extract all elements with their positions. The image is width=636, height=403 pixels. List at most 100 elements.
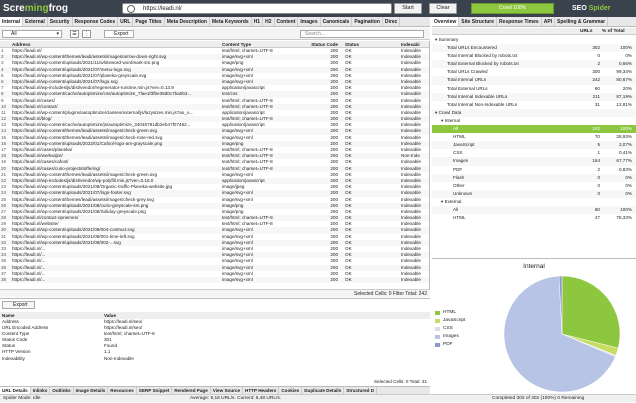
overview-row[interactable]: PDF 2 0,83% bbox=[432, 166, 636, 174]
column-header[interactable]: Status Code bbox=[303, 41, 338, 48]
tab-meta-keywords[interactable]: Meta Keywords bbox=[210, 17, 252, 26]
search-input[interactable]: Search... bbox=[300, 30, 424, 38]
table-cell: OK bbox=[345, 276, 352, 282]
overview-row[interactable]: ▾ Summary bbox=[432, 36, 636, 44]
overview-row[interactable]: ▾ Internal bbox=[432, 117, 636, 125]
overview-row[interactable]: Total URLs Crawled 300 99,34% bbox=[432, 68, 636, 76]
tab-images[interactable]: Images bbox=[298, 17, 321, 26]
export-button[interactable]: Export bbox=[104, 30, 134, 38]
tab-internal[interactable]: Internal bbox=[0, 17, 24, 26]
tab-url[interactable]: URL bbox=[118, 17, 134, 26]
overview-label: ▾ Summary bbox=[435, 37, 459, 42]
overview-row[interactable]: Unknown 0 0% bbox=[432, 189, 636, 198]
overview-pct: 67,77% bbox=[616, 158, 632, 164]
globe-icon bbox=[127, 5, 135, 13]
right-tab-spelling-grammar[interactable]: Spelling & Grammar bbox=[555, 17, 609, 26]
title-bar: Scremingfrog https://leadi.nl/ Start Cle… bbox=[0, 0, 636, 17]
details-export-button[interactable]: Export bbox=[2, 301, 35, 309]
tab-canonicals[interactable]: Canonicals bbox=[321, 17, 353, 26]
bottom-tab-duplicate-details[interactable]: Duplicate Details bbox=[302, 387, 345, 394]
overview-urls: 0 bbox=[597, 174, 600, 180]
overview-pct: 0,66% bbox=[618, 61, 632, 67]
right-tab-site-structure[interactable]: Site Structure bbox=[459, 17, 498, 26]
right-tab-response-times[interactable]: Response Times bbox=[497, 17, 542, 26]
overview-urls: 31 bbox=[594, 101, 600, 107]
overview-row[interactable]: Total Internal Indexable URLs 211 87,19% bbox=[432, 92, 636, 101]
overview-label: Total URLs Encountered bbox=[447, 45, 497, 51]
overview-row[interactable]: All 242 100% bbox=[432, 125, 636, 134]
overview-row[interactable]: Total Internal URLs 242 80,67% bbox=[432, 76, 636, 85]
bottom-tab-inlinks[interactable]: Inlinks bbox=[31, 387, 51, 394]
bottom-tab-outlinks[interactable]: Outlinks bbox=[50, 387, 74, 394]
overview-row[interactable]: JavaScript 5 2,07% bbox=[432, 141, 636, 150]
overview-pct: 100% bbox=[620, 206, 632, 212]
overview-pct: 28,93% bbox=[616, 134, 632, 140]
overview-row[interactable]: ▾ External bbox=[432, 198, 636, 206]
tab-content[interactable]: Content bbox=[275, 17, 299, 26]
table-cell: image/svg+xml bbox=[222, 276, 253, 282]
column-header[interactable]: Status bbox=[345, 41, 400, 48]
tab-security[interactable]: Security bbox=[48, 17, 73, 26]
overview-urls: 1 bbox=[597, 150, 600, 156]
tab-response-codes[interactable]: Response Codes bbox=[73, 17, 119, 26]
overview-row[interactable]: HTML 47 78,33% bbox=[432, 214, 636, 222]
tab-h1[interactable]: H1 bbox=[252, 17, 264, 26]
filter-dropdown[interactable]: All ▾ bbox=[2, 30, 62, 38]
column-header[interactable]: Indexabi bbox=[401, 41, 429, 48]
bottom-tab-serp-snippet[interactable]: SERP Snippet bbox=[137, 387, 173, 394]
details-header: Name Value bbox=[0, 312, 430, 319]
tab-direc[interactable]: Direc bbox=[383, 17, 401, 26]
overview-label: Total Internal URLs bbox=[447, 77, 487, 83]
bottom-tab-cookies[interactable]: Cookies bbox=[279, 387, 303, 394]
overview-label: Images bbox=[453, 158, 469, 164]
column-header[interactable]: Address bbox=[12, 41, 220, 48]
selected-cells-label: Selected Cells: 0 Filter Total: 242 bbox=[0, 289, 430, 297]
list-view-icon[interactable]: ☰ bbox=[70, 30, 79, 38]
overview-row[interactable]: All 60 100% bbox=[432, 205, 636, 215]
bottom-tab-image-details[interactable]: Image Details bbox=[74, 387, 109, 394]
overview-row[interactable]: Total Internal Non-Indexable URLs 31 12,81… bbox=[432, 101, 636, 109]
right-tabs: Overview Site Structure Response Times API S… bbox=[432, 17, 636, 27]
overview-row[interactable]: HTML 70 28,93% bbox=[432, 133, 636, 141]
bottom-tab-rendered-page[interactable]: Rendered Page bbox=[172, 387, 211, 394]
overview-row[interactable]: ▾ Crawl Data bbox=[432, 108, 636, 117]
overview-pct: 12,81% bbox=[616, 101, 632, 107]
details-value-header: Value bbox=[104, 313, 117, 318]
tab-external[interactable]: External bbox=[23, 17, 48, 26]
right-tab-api[interactable]: API bbox=[542, 17, 556, 26]
overview-row[interactable]: Flash 0 0% bbox=[432, 173, 636, 182]
tree-view-icon[interactable]: ⋮ bbox=[82, 30, 91, 38]
overview-pct: 0% bbox=[625, 182, 632, 188]
overview-label: ▾ Crawl Data bbox=[435, 109, 462, 115]
right-tab-overview[interactable]: Overview bbox=[432, 17, 460, 26]
table-cell: 38 bbox=[1, 276, 7, 282]
overview-row[interactable]: Total External URLs 60 20% bbox=[432, 85, 636, 93]
table-cell: 200 bbox=[330, 276, 338, 282]
table-row[interactable]: 38 https://leadi.nl/... image/svg+xml 200 OK… bbox=[0, 276, 429, 284]
bottom-tab-structured-d[interactable]: Structured D bbox=[344, 387, 378, 394]
tab-pagination[interactable]: Pagination bbox=[352, 17, 383, 26]
overview-label: ▾ Internal bbox=[441, 117, 460, 123]
overview-row[interactable]: Images 164 67,77% bbox=[432, 157, 636, 166]
overview-row[interactable]: Total External Blocked by robots.txt 2 0,6… bbox=[432, 60, 636, 69]
overview-urls: 47 bbox=[594, 215, 600, 221]
overview-urls: 242 bbox=[592, 126, 600, 132]
tab-h2[interactable]: H2 bbox=[263, 17, 275, 26]
overview-row[interactable]: Other 0 0% bbox=[432, 182, 636, 190]
overview-tree: ▾ Summary Total URLs Encountered 302 100% To… bbox=[432, 36, 636, 258]
bottom-tab-http-headers[interactable]: HTTP Headers bbox=[243, 387, 280, 394]
bottom-tab-url-details[interactable]: URL Details bbox=[0, 387, 31, 394]
overview-row[interactable]: CSS 1 0,41% bbox=[432, 149, 636, 157]
tab-page-titles[interactable]: Page Titles bbox=[133, 17, 165, 26]
start-button[interactable]: Start bbox=[394, 3, 422, 14]
overview-pct: 20% bbox=[622, 85, 632, 91]
bottom-tab-resources[interactable]: Resources bbox=[108, 387, 137, 394]
bottom-tab-view-source[interactable]: View Source bbox=[211, 387, 244, 394]
url-input[interactable]: https://leadi.nl/ bbox=[122, 3, 392, 14]
overview-row[interactable]: Total URLs Encountered 302 100% bbox=[432, 44, 636, 53]
overview-urls: 300 bbox=[592, 69, 600, 75]
clear-button[interactable]: Clear bbox=[429, 3, 457, 14]
overview-row[interactable]: Total Internal Blocked by robots.txt 0 0% bbox=[432, 52, 636, 60]
column-header[interactable]: Content Type bbox=[222, 41, 302, 48]
tab-meta-description[interactable]: Meta Description bbox=[165, 17, 210, 26]
